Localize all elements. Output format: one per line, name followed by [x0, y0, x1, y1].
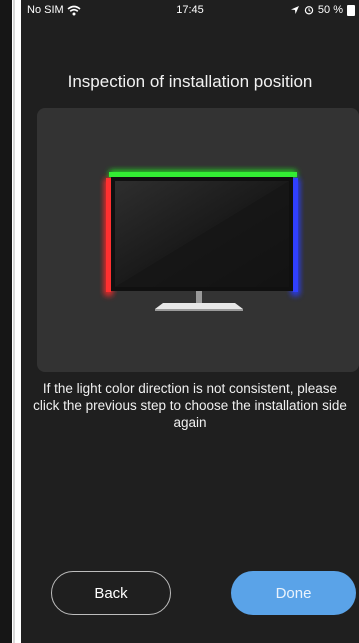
preview-panel	[37, 108, 359, 372]
done-button[interactable]: Done	[231, 571, 356, 615]
battery-icon	[347, 4, 355, 16]
back-button-label: Back	[94, 584, 128, 602]
tv-illustration	[104, 170, 300, 311]
battery-percent: 50 %	[317, 4, 343, 16]
location-arrow-icon	[290, 5, 300, 15]
alarm-icon	[304, 5, 314, 15]
app-screen: No SIM 17:45 50 % Inspection of installa…	[21, 0, 359, 643]
status-bar: No SIM 17:45 50 %	[21, 0, 359, 22]
hint-text: If the light color direction is not cons…	[33, 381, 347, 430]
left-edge-divider	[13, 0, 15, 643]
page-title: Inspection of installation position	[67, 72, 313, 91]
left-edge-strip	[0, 0, 12, 643]
done-button-label: Done	[275, 584, 312, 602]
status-right: 50 %	[290, 4, 355, 16]
back-button[interactable]: Back	[51, 571, 171, 615]
